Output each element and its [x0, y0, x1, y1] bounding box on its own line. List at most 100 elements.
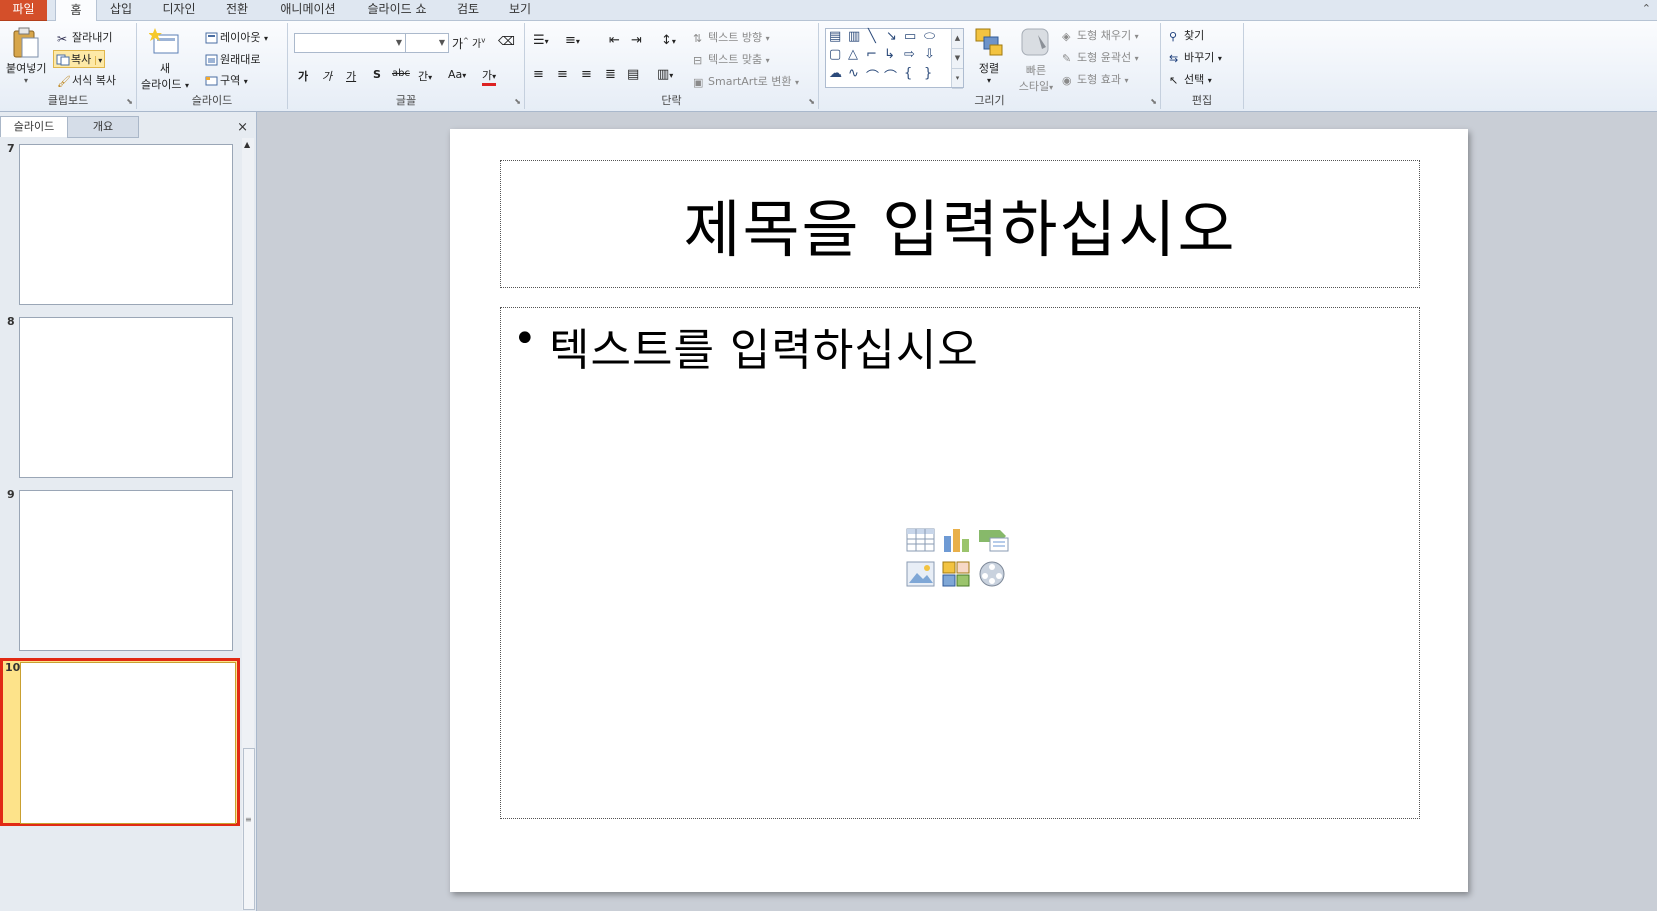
copy-button[interactable]: 복사 ▾ — [53, 50, 106, 68]
title-text[interactable]: 제목을 입력하십시오 — [501, 179, 1419, 269]
slide-thumbnail-7[interactable]: 7 — [0, 140, 240, 306]
oval-shape-icon[interactable]: ⬭ — [924, 29, 935, 44]
triangle-shape-icon[interactable]: △ — [848, 47, 858, 62]
freeform-shape-icon[interactable]: ☁ — [829, 66, 842, 81]
underline-button[interactable]: 가 — [346, 68, 356, 84]
section-button[interactable]: 구역 ▾ — [205, 72, 248, 88]
text-direction-button[interactable]: ⇅ 텍스트 방향 ▾ — [693, 29, 770, 45]
insert-media-icon[interactable] — [978, 560, 1008, 588]
tab-design[interactable]: 디자인 — [150, 0, 208, 20]
scrollbar-thumb[interactable]: ≡ — [243, 748, 255, 910]
paragraph-launcher-icon[interactable]: ⬊ — [808, 97, 815, 106]
layout-button[interactable]: 레이아웃 ▾ — [205, 29, 268, 45]
line-spacing-icon[interactable]: ↕▾ — [661, 33, 676, 48]
slide-canvas[interactable]: 제목을 입력하십시오 • 텍스트를 입력하십시오 — [450, 129, 1468, 892]
shape-outline-button[interactable]: ✎ 도형 윤곽선 ▾ — [1062, 49, 1139, 65]
font-name-dropdown-icon[interactable]: ▼ — [396, 38, 402, 47]
down-arrow-shape-icon[interactable]: ⇩ — [924, 47, 935, 62]
select-button[interactable]: ↖ 선택 ▾ — [1169, 71, 1212, 87]
clear-formatting-icon[interactable]: ⌫ — [498, 34, 515, 48]
bold-button[interactable]: 가 — [298, 68, 308, 84]
paste-button[interactable]: 붙여넣기 ▾ — [6, 27, 46, 85]
quick-styles-button[interactable]: 빠른 스타일▾ — [1014, 27, 1058, 94]
shapes-gallery-scroll[interactable]: ▲ ▼ ▾ — [951, 29, 963, 90]
shrink-font-button[interactable]: 가v — [472, 35, 485, 50]
font-color-button[interactable]: 가▾ — [482, 67, 497, 86]
insert-smartart-icon[interactable] — [978, 526, 1009, 554]
body-text[interactable]: 텍스트를 입력하십시오 — [549, 314, 979, 378]
columns-icon[interactable]: ▥▾ — [657, 67, 673, 82]
font-size-combo[interactable]: ▼ — [405, 33, 449, 53]
vertical-textbox-shape-icon[interactable]: ▥ — [848, 29, 860, 44]
smartart-button[interactable]: ▣ SmartArt로 변환 ▾ — [693, 73, 799, 89]
tab-insert[interactable]: 삽입 — [100, 0, 142, 20]
align-center-icon[interactable]: ≡ — [557, 67, 568, 82]
insert-table-icon[interactable] — [906, 526, 936, 554]
tab-slideshow[interactable]: 슬라이드 쇼 — [358, 0, 436, 20]
elbow-connector-shape-icon[interactable]: ⌐ — [866, 47, 877, 62]
line-shape-icon[interactable]: ╲ — [868, 29, 876, 44]
scroll-up-icon[interactable]: ▲ — [244, 140, 250, 149]
slide-thumbnail-8[interactable]: 8 — [0, 313, 240, 479]
arrow-line-shape-icon[interactable]: ↘ — [886, 29, 897, 44]
replace-button[interactable]: ⇆ 바꾸기 ▾ — [1169, 49, 1222, 65]
numbering-icon[interactable]: ≡▾ — [565, 33, 580, 48]
elbow-arrow-shape-icon[interactable]: ↳ — [884, 47, 895, 62]
tab-review[interactable]: 검토 — [447, 0, 489, 20]
character-spacing-button[interactable]: 간▾ — [418, 68, 432, 84]
arc-shape-icon[interactable]: ⌒ — [866, 66, 879, 85]
rectangle-shape-icon[interactable]: ▭ — [904, 29, 916, 44]
decrease-indent-icon[interactable]: ⇤ — [609, 33, 620, 48]
shape-fill-button[interactable]: ◈ 도형 채우기 ▾ — [1062, 27, 1139, 43]
distributed-icon[interactable]: ▤ — [627, 67, 639, 82]
copy-dropdown-icon[interactable]: ▾ — [95, 56, 103, 65]
align-left-icon[interactable]: ≡ — [533, 67, 544, 82]
new-slide-button[interactable]: 새 슬라이드 ▾ — [141, 27, 189, 92]
tab-file[interactable]: 파일 — [0, 0, 47, 21]
font-size-dropdown-icon[interactable]: ▼ — [439, 38, 445, 47]
clipboard-launcher-icon[interactable]: ⬊ — [126, 97, 133, 106]
drawing-launcher-icon[interactable]: ⬊ — [1150, 97, 1157, 106]
find-button[interactable]: ⚲ 찾기 — [1169, 27, 1204, 43]
rounded-rect-shape-icon[interactable]: ▢ — [829, 47, 841, 62]
textbox-shape-icon[interactable]: ▤ — [829, 29, 841, 44]
title-placeholder[interactable]: 제목을 입력하십시오 — [500, 160, 1420, 288]
cut-button[interactable]: ✂ 잘라내기 — [57, 29, 112, 46]
italic-button[interactable]: 가 — [322, 68, 332, 84]
shape-effects-button[interactable]: ◉ 도형 효과 ▾ — [1062, 71, 1129, 87]
insert-picture-icon[interactable] — [906, 560, 936, 588]
reset-button[interactable]: 원래대로 — [205, 51, 260, 67]
tab-view[interactable]: 보기 — [499, 0, 541, 20]
justify-icon[interactable]: ≣ — [605, 67, 616, 82]
tab-animations[interactable]: 애니메이션 — [268, 0, 348, 20]
close-panel-icon[interactable]: × — [237, 120, 248, 135]
change-case-button[interactable]: Aa▾ — [448, 68, 466, 81]
format-painter-button[interactable]: 🖌서식 복사 — [57, 72, 116, 88]
right-arrow-shape-icon[interactable]: ⇨ — [904, 47, 915, 62]
content-placeholder[interactable]: • 텍스트를 입력하십시오 — [500, 307, 1420, 819]
tab-home[interactable]: 홈 — [55, 0, 97, 21]
curve-shape-icon[interactable]: ∿ — [848, 66, 859, 81]
collapse-ribbon-icon[interactable]: ⌃ — [1642, 2, 1651, 15]
insert-clipart-icon[interactable] — [942, 560, 972, 588]
slide-thumbnail-10[interactable]: 10 — [0, 658, 240, 826]
arrange-button[interactable]: 정렬 ▾ — [969, 27, 1009, 85]
tab-slides[interactable]: 슬라이드 — [0, 116, 68, 137]
font-launcher-icon[interactable]: ⬊ — [514, 97, 521, 106]
align-text-button[interactable]: ⊟ 텍스트 맞춤 ▾ — [693, 51, 770, 67]
tab-transitions[interactable]: 전환 — [216, 0, 258, 20]
grow-font-button[interactable]: 가^ — [452, 35, 469, 52]
bullets-icon[interactable]: ☰▾ — [533, 33, 549, 48]
text-shadow-button[interactable]: S — [373, 68, 381, 81]
right-brace-shape-icon[interactable]: } — [924, 66, 932, 81]
shapes-gallery[interactable]: ▤ ▥ ╲ ↘ ▭ ⬭ ▢ △ ⌐ ↳ ⇨ ⇩ ☁ ∿ ⌒ ⌒ { } ▲ ▼ ▾ — [825, 28, 964, 90]
strikethrough-button[interactable]: abc — [392, 68, 410, 79]
wave-shape-icon[interactable]: ⌒ — [884, 66, 897, 85]
slide-thumbnail-9[interactable]: 9 — [0, 486, 240, 652]
left-brace-shape-icon[interactable]: { — [904, 66, 912, 81]
align-right-icon[interactable]: ≡ — [581, 67, 592, 82]
increase-indent-icon[interactable]: ⇥ — [631, 33, 642, 48]
insert-chart-icon[interactable] — [942, 526, 972, 554]
paste-dropdown-icon[interactable]: ▾ — [6, 76, 46, 85]
font-name-combo[interactable]: ▼ — [294, 33, 406, 53]
